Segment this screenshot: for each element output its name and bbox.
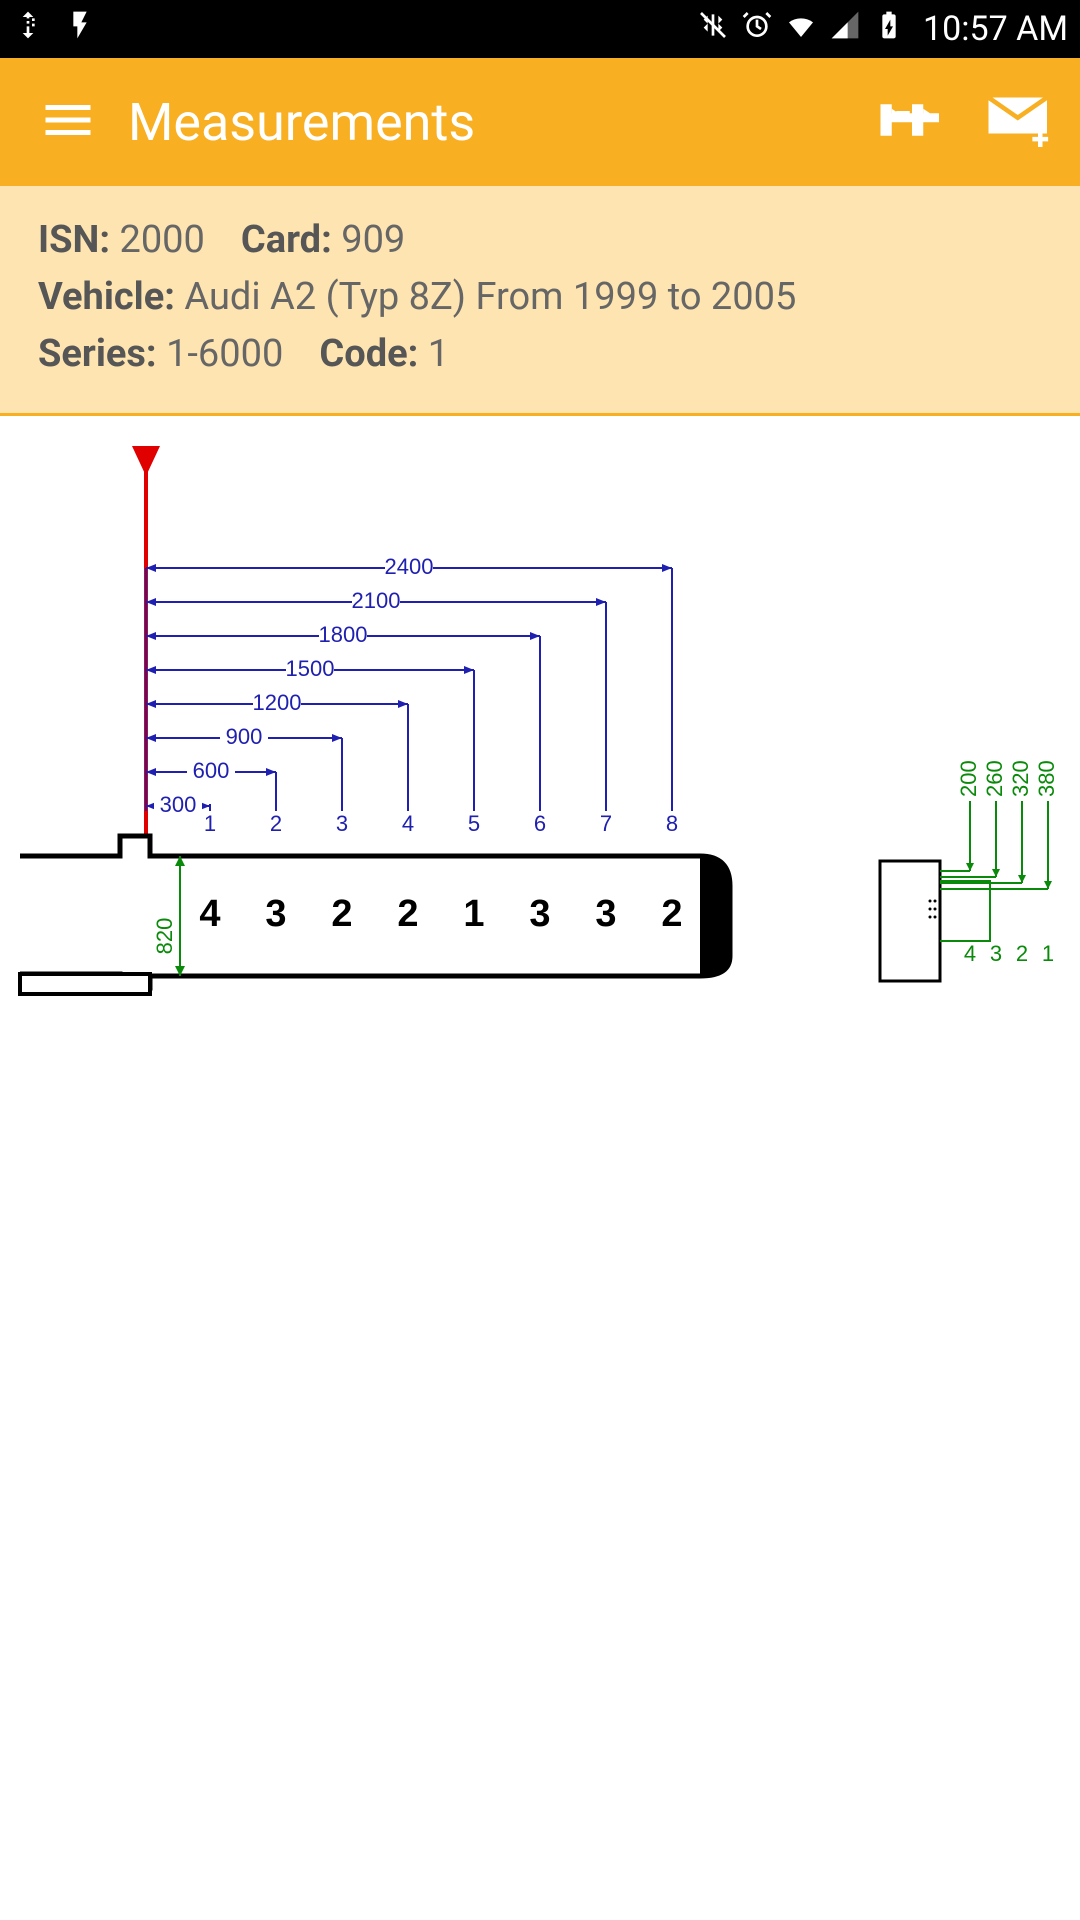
wifi-icon <box>785 9 817 49</box>
dim-value: 2100 <box>352 588 401 613</box>
tip-label: 2 <box>1016 941 1028 966</box>
card-value: 909 <box>341 218 405 262</box>
usb-icon <box>12 9 44 49</box>
key-cut: 1 <box>463 893 484 935</box>
height-dim: 820 <box>152 918 177 955</box>
dim-value: 1200 <box>253 690 302 715</box>
key-cut: 4 <box>199 893 220 935</box>
series-label: Series: <box>38 332 157 376</box>
tip-depth: 200 <box>956 760 981 797</box>
key-cut: 2 <box>661 893 682 935</box>
key-cut: 2 <box>331 893 352 935</box>
key-diagram: 820 43221332 12345678 300600900120015001… <box>0 416 1080 1216</box>
tip-depth: 320 <box>1008 760 1033 797</box>
app-bar: Measurements <box>0 58 1080 186</box>
dim-value: 2400 <box>385 554 434 579</box>
isn-value: 2000 <box>119 218 204 262</box>
series-value: 1-6000 <box>166 332 283 376</box>
key-cut: 3 <box>529 893 550 935</box>
key-index: 8 <box>666 811 678 836</box>
caliper-icon[interactable] <box>876 84 948 160</box>
dim-value: 600 <box>193 758 230 783</box>
vehicle-value: Audi A2 (Typ 8Z) From 1999 to 2005 <box>184 275 796 319</box>
key-index: 6 <box>534 811 546 836</box>
dim-value: 1500 <box>286 656 335 681</box>
tip-label: 4 <box>964 941 976 966</box>
hamburger-icon[interactable] <box>38 90 98 154</box>
key-index: 2 <box>270 811 282 836</box>
tip-label: 3 <box>990 941 1002 966</box>
key-index: 4 <box>402 811 414 836</box>
clock-text: 10:57 AM <box>923 9 1068 49</box>
signal-icon <box>829 9 861 49</box>
mail-plus-icon[interactable] <box>984 84 1056 160</box>
key-index: 5 <box>468 811 480 836</box>
code-value: 1 <box>428 332 449 376</box>
key-index: 3 <box>336 811 348 836</box>
key-cut: 2 <box>397 893 418 935</box>
battery-icon <box>873 9 905 49</box>
key-cut: 3 <box>595 893 616 935</box>
card-label: Card: <box>241 218 332 262</box>
vehicle-label: Vehicle: <box>38 275 175 319</box>
vibrate-icon <box>697 9 729 49</box>
tip-depth: 260 <box>982 760 1007 797</box>
dim-value: 1800 <box>319 622 368 647</box>
tip-depth: 380 <box>1034 760 1059 797</box>
status-bar: 10:57 AM <box>0 0 1080 58</box>
key-index: 7 <box>600 811 612 836</box>
code-label: Code: <box>319 332 418 376</box>
info-panel: ISN: 2000 Card: 909 Vehicle: Audi A2 (Ty… <box>0 186 1080 416</box>
key-index: 1 <box>204 811 216 836</box>
dim-value: 900 <box>226 724 263 749</box>
alarm-icon <box>741 9 773 49</box>
page-title: Measurements <box>128 92 846 153</box>
key-cut: 3 <box>265 893 286 935</box>
dim-value: 300 <box>160 792 197 817</box>
bolt-icon <box>64 9 96 49</box>
isn-label: ISN: <box>38 218 110 262</box>
tip-label: 1 <box>1042 941 1054 966</box>
